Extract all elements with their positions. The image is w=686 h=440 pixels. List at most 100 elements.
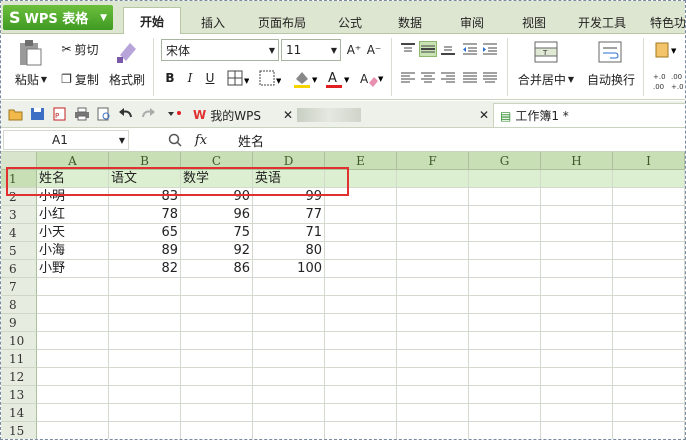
tab-formulas[interactable]: 公式 [327, 10, 373, 34]
format-painter-button[interactable]: 格式刷 [105, 70, 149, 88]
table-cell[interactable] [541, 206, 613, 224]
shrink-font-button[interactable]: A⁻ [365, 40, 383, 60]
table-cell[interactable]: 89 [109, 242, 181, 260]
table-cell[interactable] [469, 332, 541, 350]
table-cell[interactable] [613, 278, 685, 296]
table-cell[interactable] [613, 206, 685, 224]
table-cell[interactable] [541, 422, 613, 439]
table-cell[interactable] [397, 242, 469, 260]
table-cell[interactable] [253, 368, 325, 386]
table-cell[interactable] [181, 296, 253, 314]
table-cell[interactable]: 77 [253, 206, 325, 224]
table-cell[interactable] [397, 368, 469, 386]
redo-icon[interactable] [139, 106, 157, 122]
table-cell[interactable] [541, 278, 613, 296]
table-cell[interactable]: 71 [253, 224, 325, 242]
table-cell[interactable] [181, 350, 253, 368]
row-header[interactable]: 3 [1, 206, 37, 224]
table-cell[interactable]: 80 [253, 242, 325, 260]
table-cell[interactable] [397, 386, 469, 404]
header-cell[interactable] [541, 170, 613, 188]
table-cell[interactable] [469, 422, 541, 439]
cut-button[interactable]: ✂ 剪切 [57, 40, 103, 58]
align-top-icon[interactable] [399, 41, 417, 57]
table-cell[interactable] [109, 332, 181, 350]
table-cell[interactable] [325, 206, 397, 224]
insert-function-button[interactable]: fx [189, 130, 213, 150]
table-cell[interactable] [397, 404, 469, 422]
grow-font-button[interactable]: A⁺ [345, 40, 363, 60]
row-header[interactable]: 10 [1, 332, 37, 350]
table-cell[interactable] [109, 296, 181, 314]
tab-review[interactable]: 审阅 [449, 10, 495, 34]
table-cell[interactable] [613, 332, 685, 350]
table-cell[interactable] [613, 224, 685, 242]
table-cell[interactable] [325, 242, 397, 260]
distributed-align-icon[interactable] [481, 70, 499, 86]
row-header[interactable]: 6 [1, 260, 37, 278]
table-cell[interactable]: 小红 [37, 206, 109, 224]
table-cell[interactable] [469, 188, 541, 206]
justify-icon[interactable] [461, 70, 479, 86]
borders-icon[interactable]: ▼ [225, 68, 251, 88]
column-header-f[interactable]: F [397, 152, 469, 170]
table-cell[interactable]: 78 [109, 206, 181, 224]
table-cell[interactable] [613, 404, 685, 422]
copy-button[interactable]: ❐ 复制 [57, 70, 103, 88]
row-header[interactable]: 8 [1, 296, 37, 314]
table-cell[interactable] [469, 224, 541, 242]
table-cell[interactable] [325, 386, 397, 404]
row-header[interactable]: 15 [1, 422, 37, 439]
clear-format-icon[interactable]: A ▼ [357, 68, 385, 90]
table-cell[interactable] [613, 350, 685, 368]
table-cell[interactable] [613, 260, 685, 278]
tab-special[interactable]: 特色功 [645, 10, 685, 34]
merge-center-button[interactable]: 合并居中 ▼ [513, 70, 579, 88]
table-cell[interactable] [181, 404, 253, 422]
table-cell[interactable] [181, 386, 253, 404]
table-cell[interactable] [181, 368, 253, 386]
table-cell[interactable]: 小海 [37, 242, 109, 260]
tab-insert[interactable]: 插入 [189, 10, 237, 34]
table-cell[interactable] [541, 242, 613, 260]
table-cell[interactable] [325, 224, 397, 242]
wrap-text-button[interactable]: 自动换行 [583, 70, 639, 88]
tab-view[interactable]: 视图 [511, 10, 557, 34]
table-cell[interactable]: 82 [109, 260, 181, 278]
table-cell[interactable] [613, 422, 685, 439]
table-cell[interactable] [253, 296, 325, 314]
table-cell[interactable] [109, 368, 181, 386]
zoom-search-icon[interactable] [167, 131, 183, 149]
table-cell[interactable] [253, 386, 325, 404]
table-cell[interactable] [541, 350, 613, 368]
column-header-g[interactable]: G [469, 152, 541, 170]
table-cell[interactable]: 65 [109, 224, 181, 242]
table-cell[interactable] [253, 314, 325, 332]
align-center-icon[interactable] [419, 70, 437, 86]
table-cell[interactable] [397, 188, 469, 206]
bold-button[interactable]: B [161, 68, 179, 88]
table-cell[interactable] [325, 350, 397, 368]
font-color-icon[interactable]: A ▼ [323, 68, 351, 90]
table-cell[interactable] [469, 206, 541, 224]
table-cell[interactable] [541, 368, 613, 386]
table-cell[interactable] [109, 314, 181, 332]
table-cell[interactable] [469, 260, 541, 278]
table-cell[interactable] [253, 350, 325, 368]
table-cell[interactable] [541, 296, 613, 314]
table-cell[interactable] [541, 386, 613, 404]
table-cell[interactable] [397, 314, 469, 332]
table-cell[interactable] [397, 422, 469, 439]
table-cell[interactable] [325, 368, 397, 386]
font-size-select[interactable]: 11 ▼ [281, 39, 341, 61]
table-cell[interactable] [325, 332, 397, 350]
align-bottom-icon[interactable] [439, 41, 457, 57]
table-cell[interactable] [397, 296, 469, 314]
table-cell[interactable] [37, 278, 109, 296]
tab-developer[interactable]: 开发工具 [571, 10, 633, 34]
row-header[interactable]: 5 [1, 242, 37, 260]
doc-tab-blurred[interactable]: ✕ [297, 103, 489, 127]
print-preview-icon[interactable] [95, 106, 113, 122]
table-cell[interactable] [109, 422, 181, 439]
table-cell[interactable] [469, 368, 541, 386]
